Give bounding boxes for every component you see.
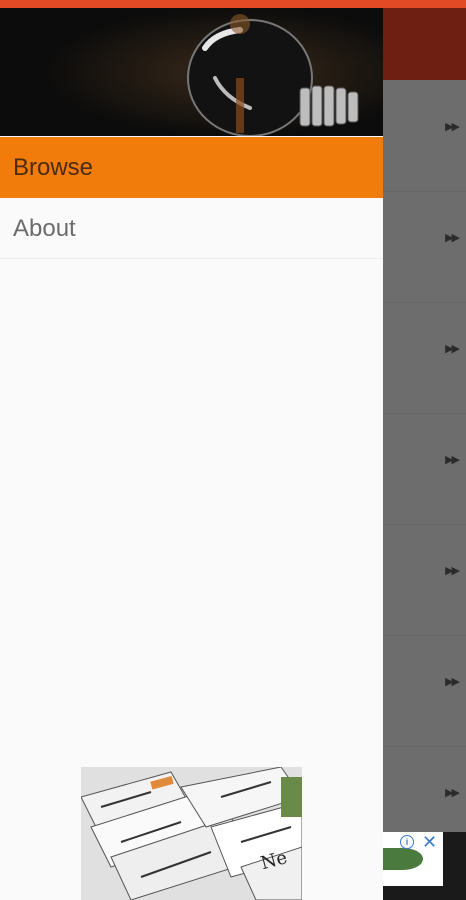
double-play-icon: ▶▶ [445, 232, 460, 244]
close-icon[interactable]: ✕ [422, 832, 437, 852]
newspaper-ad-image[interactable]: Ne [81, 767, 302, 900]
list-item[interactable]: ▶▶ [383, 191, 466, 303]
list-item[interactable]: ▶▶ [383, 302, 466, 414]
info-icon[interactable]: i [400, 835, 414, 849]
nav-item-about[interactable]: About [0, 198, 383, 259]
double-play-icon: ▶▶ [445, 787, 460, 799]
double-play-icon: ▶▶ [445, 565, 460, 577]
nav-item-label: Browse [13, 154, 94, 181]
list-item[interactable]: ▶▶ [383, 524, 466, 636]
app-toolbar [383, 8, 466, 80]
double-play-icon: ▶▶ [445, 454, 460, 466]
brand-logo-icon [383, 848, 423, 870]
nav-item-browse[interactable]: Browse [0, 137, 383, 198]
list-item[interactable]: ▶▶ [383, 635, 466, 747]
drawer-header-image [0, 8, 383, 136]
list-item[interactable]: ▶▶ [383, 413, 466, 525]
status-bar [0, 0, 466, 8]
double-play-icon: ▶▶ [445, 676, 460, 688]
list-item[interactable]: ▶▶ [383, 80, 466, 192]
double-play-icon: ▶▶ [445, 121, 460, 133]
double-play-icon: ▶▶ [445, 343, 460, 355]
list-item[interactable]: ▶▶ [383, 746, 466, 833]
light-bulb-image [0, 8, 383, 136]
nav-item-label: About [13, 215, 76, 242]
